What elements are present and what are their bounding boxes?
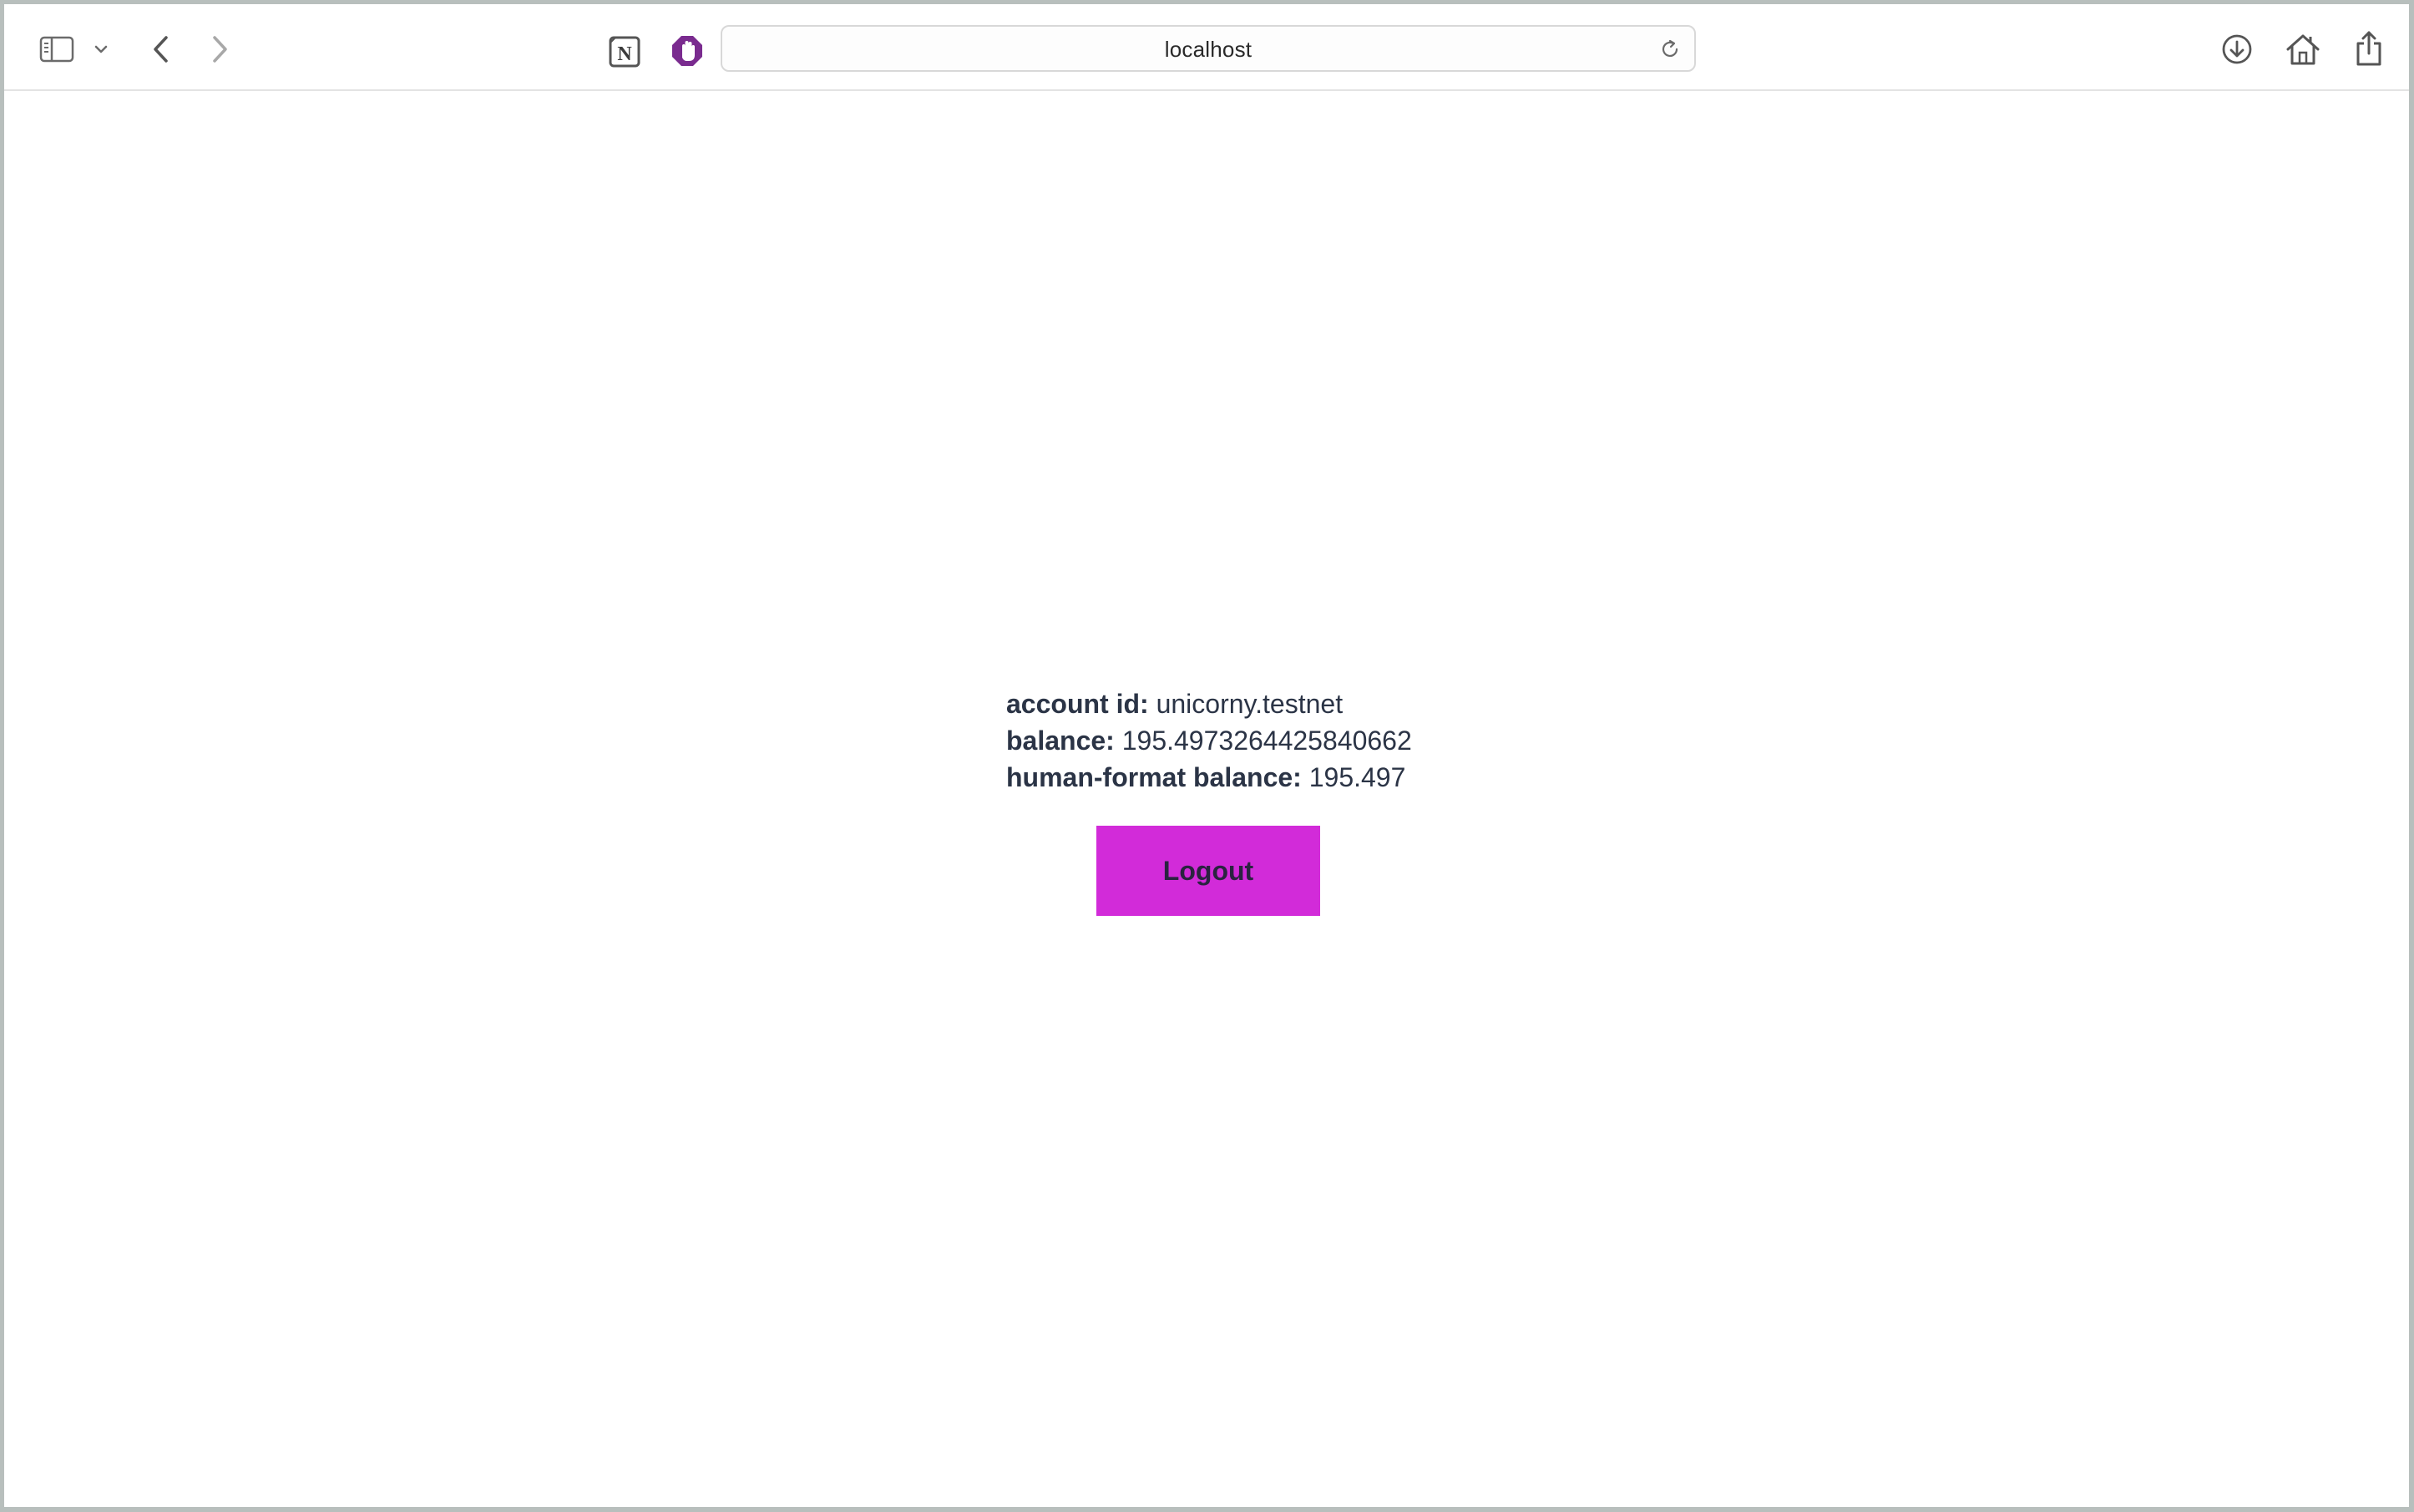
home-icon[interactable] [2284, 31, 2322, 68]
sidebar-icon[interactable] [38, 33, 76, 66]
download-icon[interactable] [2220, 33, 2254, 66]
chevron-left-icon[interactable] [146, 33, 176, 66]
human-balance-label: human-format balance: [1006, 762, 1302, 792]
account-id-value: unicorny.testnet [1156, 689, 1344, 719]
address-bar[interactable]: localhost [721, 25, 1696, 72]
balance-value: 195.4973264425840662 [1121, 726, 1412, 756]
browser-toolbar: N localhost [4, 4, 2409, 91]
chevron-down-icon[interactable] [91, 39, 111, 59]
balance-row: balance: 195.4973264425840662 [1006, 722, 1412, 759]
reload-icon[interactable] [1657, 37, 1683, 62]
chevron-right-icon[interactable] [205, 33, 235, 66]
human-balance-row: human-format balance: 195.497 [1006, 759, 1412, 796]
notion-icon[interactable]: N [605, 33, 644, 71]
account-id-row: account id: unicorny.testnet [1006, 685, 1412, 722]
logout-button[interactable]: Logout [1096, 826, 1320, 916]
balance-label: balance: [1006, 726, 1115, 756]
browser-window: N localhost account id: unicorny.testnet… [4, 4, 2409, 1507]
hand-stop-icon[interactable] [669, 33, 706, 69]
share-icon[interactable] [2354, 29, 2384, 68]
account-id-label: account id: [1006, 689, 1149, 719]
account-info: account id: unicorny.testnet balance: 19… [1006, 685, 1412, 796]
human-balance-value: 195.497 [1308, 762, 1406, 792]
notion-letter: N [617, 43, 632, 65]
address-text: localhost [1164, 37, 1253, 62]
page-content: account id: unicorny.testnet balance: 19… [4, 91, 2409, 1507]
